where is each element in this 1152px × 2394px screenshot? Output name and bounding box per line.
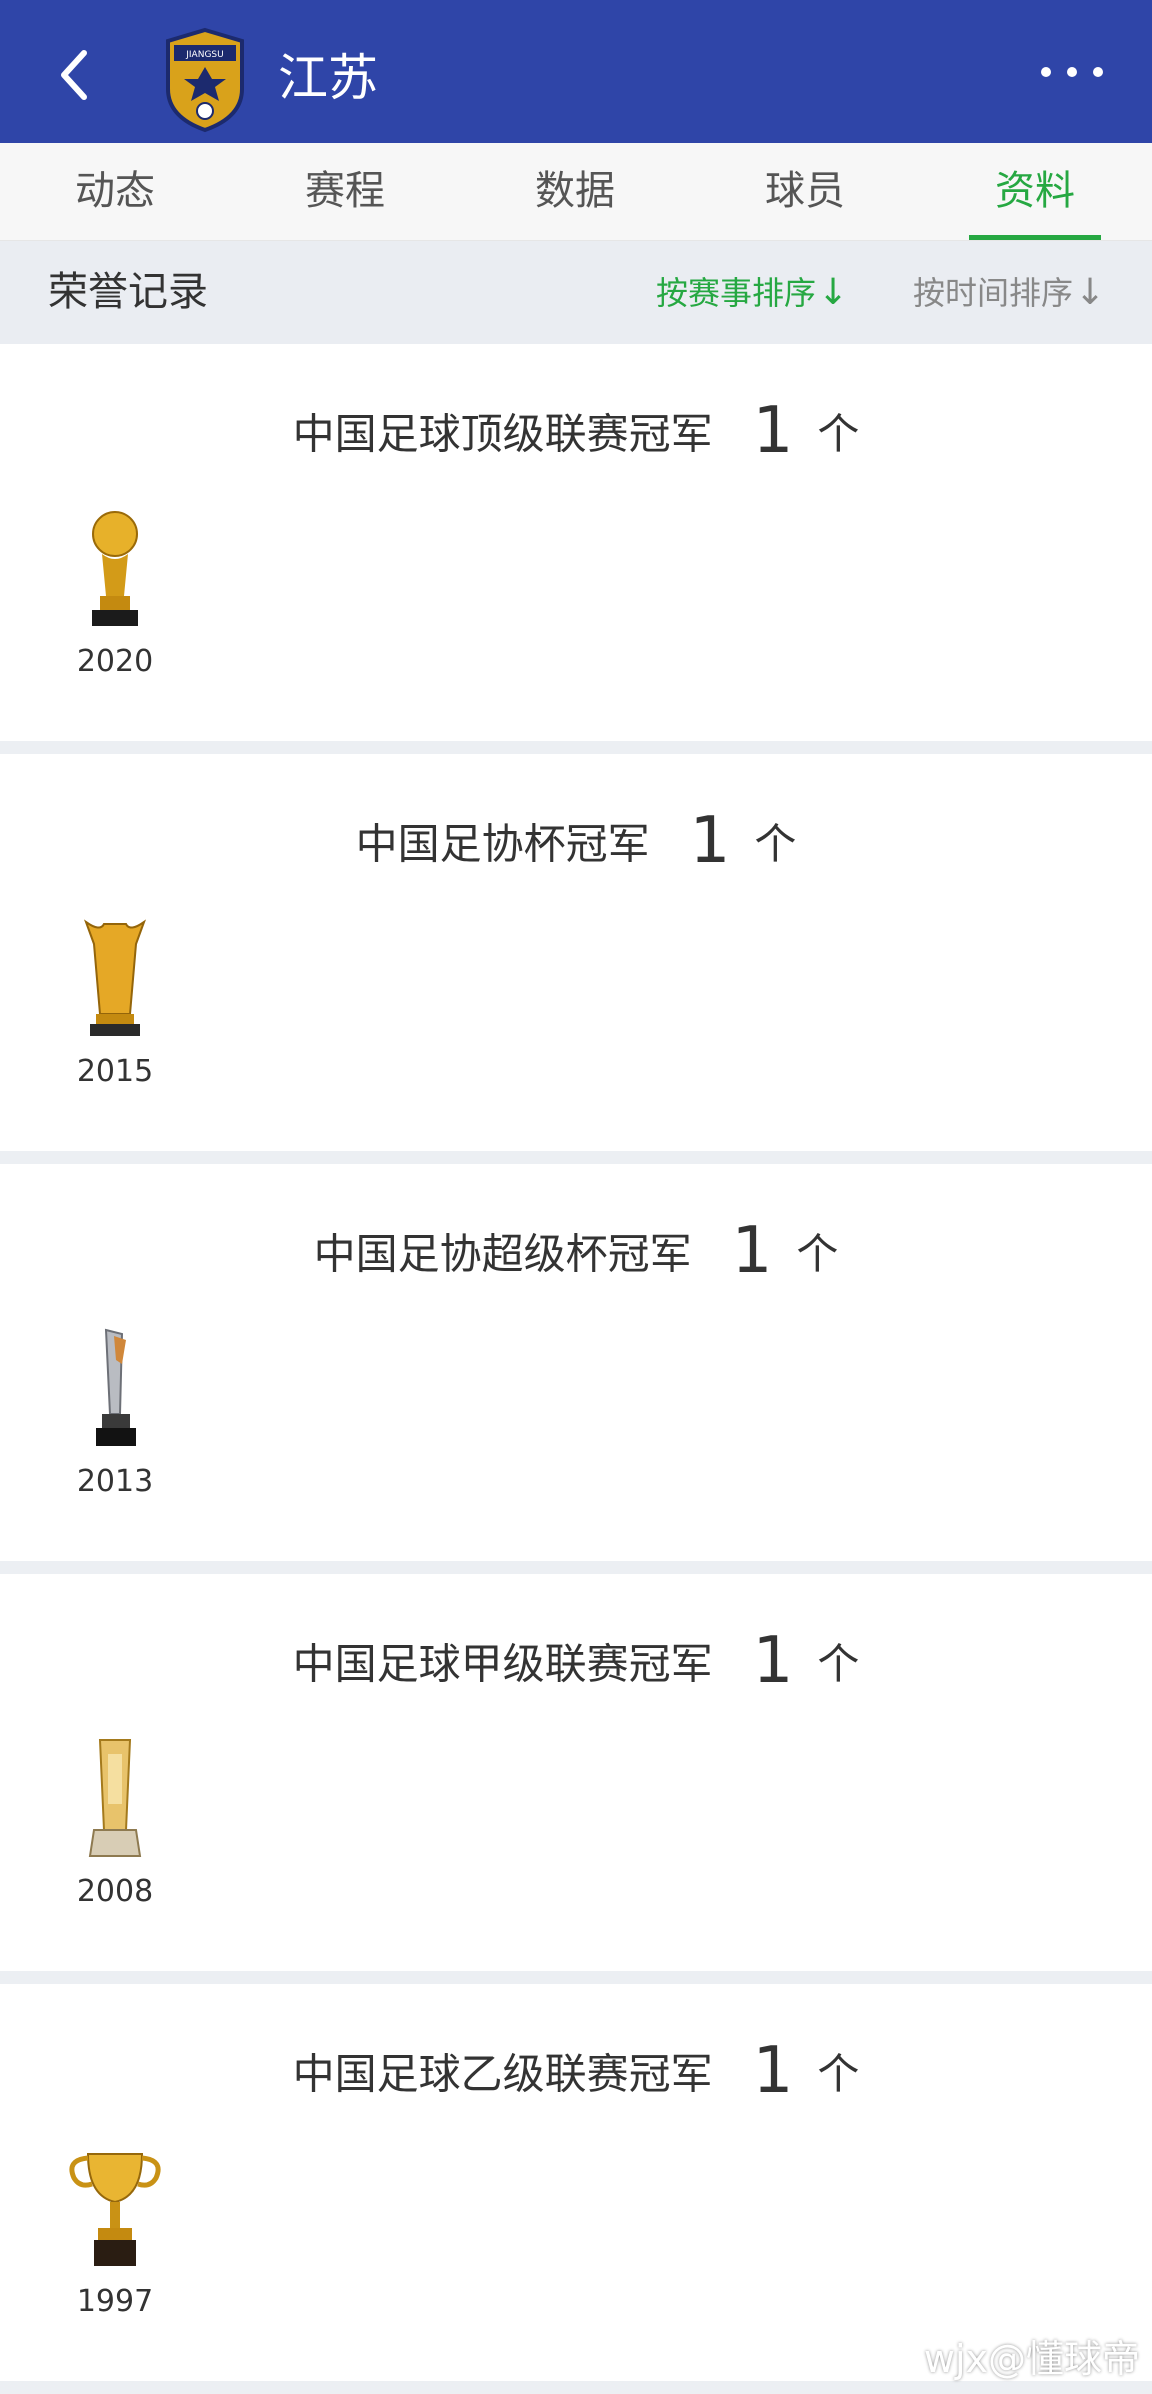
honor-year: 2015 — [76, 1054, 154, 1089]
honor-count: 1 — [731, 1214, 773, 1288]
section-title: 荣誉记录 — [48, 269, 208, 315]
honor-title-row: 中国足球甲级联赛冠军 1 个 — [0, 1624, 1152, 1698]
sort-by-time-label: 按时间排序 — [913, 274, 1074, 312]
divider — [0, 1151, 1152, 1164]
divider — [0, 741, 1152, 754]
honor-card: 中国足球甲级联赛冠军 1 个 2008 — [0, 1574, 1152, 1971]
honor-unit: 个 — [817, 2049, 860, 2099]
honor-unit: 个 — [817, 409, 860, 459]
tab-news[interactable]: 动态 — [0, 143, 230, 240]
honor-year: 2008 — [76, 1874, 154, 1909]
tab-stats[interactable]: 数据 — [460, 143, 690, 240]
honor-name: 中国足球甲级联赛冠军 — [292, 1639, 713, 1689]
honor-title-row: 中国足协杯冠军 1 个 — [0, 804, 1152, 878]
honor-name: 中国足球顶级联赛冠军 — [292, 409, 713, 459]
honor-count: 1 — [752, 2034, 794, 2108]
watermark: wjx@懂球帝 — [923, 2337, 1140, 2381]
tab-profile[interactable]: 资料 — [920, 143, 1150, 240]
honor-card: 中国足协超级杯冠军 1 个 2013 — [0, 1164, 1152, 1561]
arrow-down-icon: ↓ — [1075, 272, 1106, 313]
tab-schedule[interactable]: 赛程 — [230, 143, 460, 240]
top-bar: JIANGSU 江苏 — [0, 0, 1152, 143]
honor-count: 1 — [752, 394, 794, 468]
honor-name: 中国足协超级杯冠军 — [313, 1229, 692, 1279]
honor-year: 2020 — [76, 644, 154, 679]
back-arrow-icon[interactable] — [50, 45, 100, 105]
honor-card: 中国足协杯冠军 1 个 2015 — [0, 754, 1152, 1151]
honor-count: 1 — [752, 1624, 794, 1698]
logo-text: JIANGSU — [185, 50, 223, 60]
team-logo: JIANGSU — [166, 27, 244, 133]
cup-trophy-icon[interactable] — [60, 2144, 170, 2274]
more-options-icon[interactable] — [1036, 62, 1108, 82]
honor-name: 中国足协杯冠军 — [355, 819, 650, 869]
column-trophy-icon[interactable] — [60, 914, 170, 1044]
tab-bar: 动态 赛程 数据 球员 资料 — [0, 143, 1152, 241]
honor-card: 中国足球乙级联赛冠军 1 个 1997 — [0, 1984, 1152, 2381]
honor-title-row: 中国足球乙级联赛冠军 1 个 — [0, 2034, 1152, 2108]
honor-name: 中国足球乙级联赛冠军 — [292, 2049, 713, 2099]
team-name: 江苏 — [278, 49, 378, 107]
honor-unit: 个 — [796, 1229, 839, 1279]
honor-year: 2013 — [76, 1464, 154, 1499]
honor-unit: 个 — [817, 1639, 860, 1689]
honor-title-row: 中国足协超级杯冠军 1 个 — [0, 1214, 1152, 1288]
honor-unit: 个 — [754, 819, 797, 869]
honor-card: 中国足球顶级联赛冠军 1 个 2020 — [0, 344, 1152, 741]
sort-by-competition-button[interactable]: 按赛事排序↓ — [656, 241, 848, 345]
honor-year: 1997 — [76, 2284, 154, 2319]
arrow-down-icon: ↓ — [818, 272, 849, 313]
honor-count: 1 — [689, 804, 731, 878]
honors-section-header: 荣誉记录 按赛事排序↓ 按时间排序↓ — [0, 241, 1152, 344]
honor-title-row: 中国足球顶级联赛冠军 1 个 — [0, 394, 1152, 468]
divider — [0, 1971, 1152, 1984]
silver-spire-trophy-icon[interactable] — [60, 1324, 170, 1454]
sort-by-competition-label: 按赛事排序 — [656, 274, 817, 312]
divider — [0, 1561, 1152, 1574]
tab-players[interactable]: 球员 — [690, 143, 920, 240]
ball-trophy-icon[interactable] — [60, 504, 170, 634]
crystal-trophy-icon[interactable] — [60, 1734, 170, 1864]
sort-by-time-button[interactable]: 按时间排序↓ — [913, 241, 1105, 345]
